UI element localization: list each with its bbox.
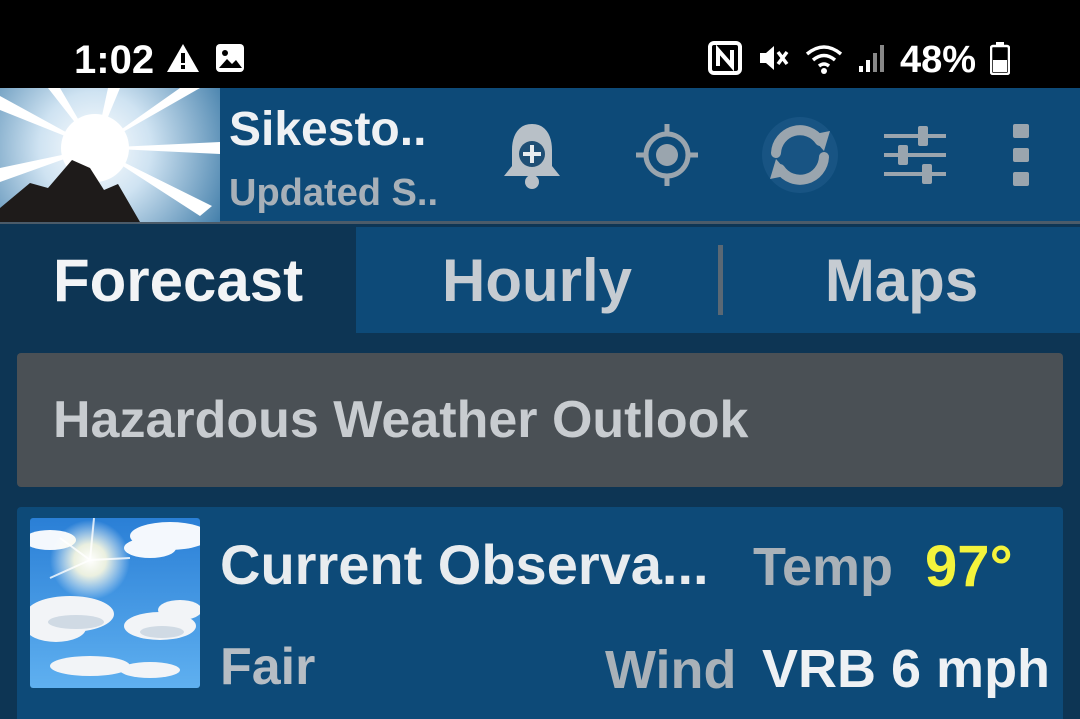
wind-value: VRB 6 mph: [762, 639, 1051, 699]
image-icon: [214, 42, 246, 79]
add-alert-icon: [500, 120, 564, 195]
weather-condition-image: [30, 518, 200, 688]
status-time: 1:02: [74, 38, 155, 82]
nfc-icon: [707, 40, 742, 80]
overflow-menu-button[interactable]: [976, 112, 1066, 202]
location-title[interactable]: Sikesto..: [229, 102, 426, 158]
settings-button[interactable]: [870, 112, 960, 202]
tab-forecast[interactable]: Forecast: [0, 227, 356, 333]
temp-label: Temp: [753, 537, 894, 597]
app-logo[interactable]: [0, 88, 220, 222]
tab-hourly[interactable]: Hourly: [356, 227, 718, 333]
add-alert-button[interactable]: [487, 112, 577, 202]
wifi-icon: [804, 41, 844, 80]
overflow-menu-icon: [1011, 122, 1031, 193]
temp-value: 97°: [925, 534, 1013, 599]
refresh-button[interactable]: [755, 112, 845, 202]
signal-icon: [858, 42, 886, 79]
status-bar: 1:02 48%: [0, 0, 1080, 88]
warning-icon: [166, 42, 200, 79]
observation-condition: Fair: [220, 638, 316, 696]
current-observation-card[interactable]: Current Observa... Fair Temp 97° Wind VR…: [17, 507, 1063, 719]
updated-time: Updated S..: [229, 172, 439, 214]
settings-sliders-icon: [882, 122, 948, 193]
hazard-outlook-label: Hazardous Weather Outlook: [53, 391, 749, 449]
locate-button[interactable]: [622, 112, 712, 202]
app-bar: Sikesto.. Updated S..: [0, 88, 1080, 224]
tab-bar: Forecast Hourly Maps: [0, 227, 1080, 333]
hazard-outlook-banner[interactable]: Hazardous Weather Outlook: [17, 353, 1063, 487]
vibrate-icon: [756, 41, 790, 80]
tab-maps[interactable]: Maps: [723, 227, 1080, 333]
observation-title: Current Observa...: [220, 533, 709, 596]
wind-label: Wind: [605, 640, 737, 700]
refresh-icon: [758, 113, 842, 202]
battery-percent: 48%: [899, 39, 976, 81]
battery-icon: [989, 41, 1011, 80]
locate-icon: [634, 122, 700, 193]
